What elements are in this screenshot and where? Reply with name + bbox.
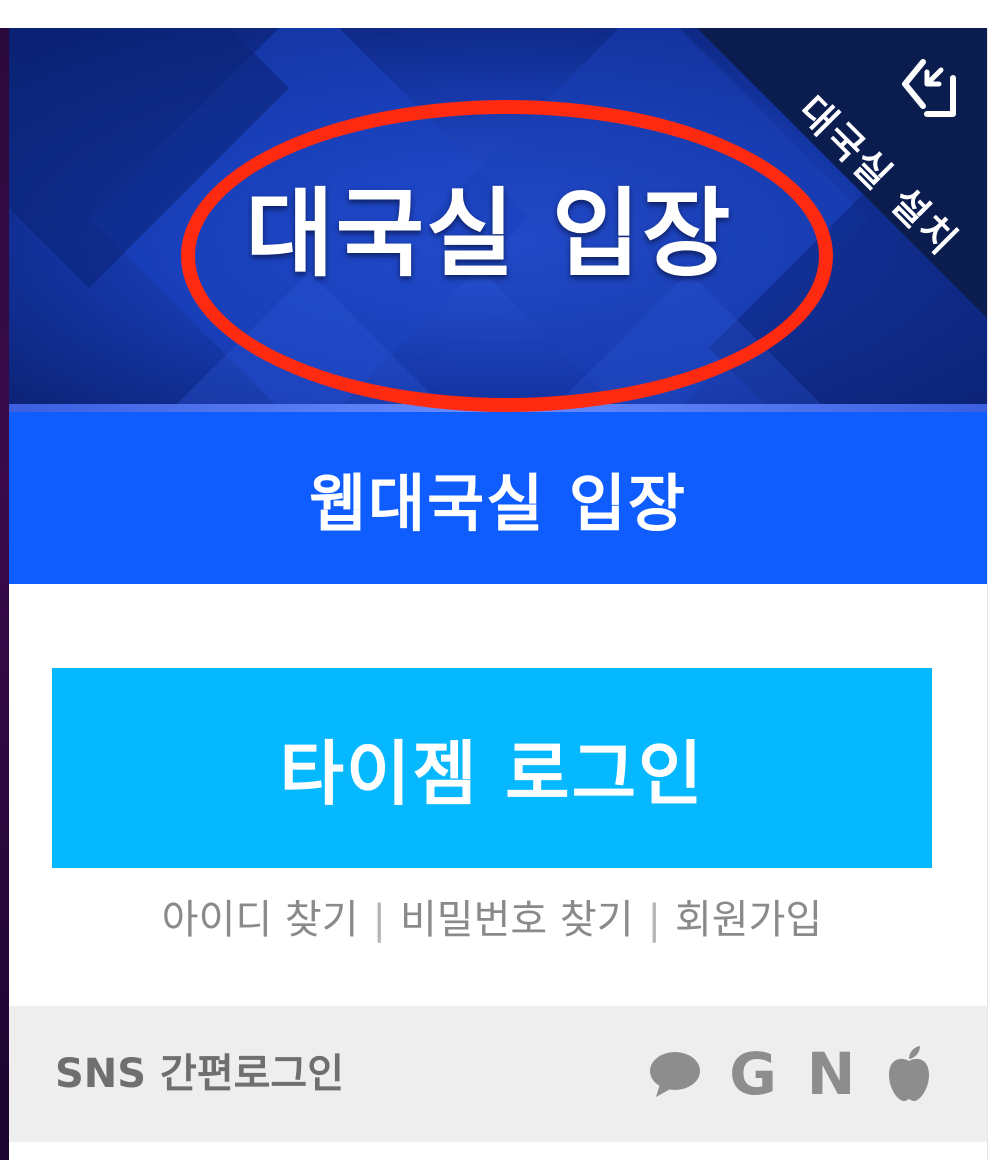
enter-game-room-banner[interactable]: 대국실 설치 대국실 입장	[9, 28, 987, 412]
login-widget-page: 대국실 설치 대국실 입장 웹대국실 입장 타이젬 로그인 아이디 찾기 | 비밀번…	[0, 0, 1000, 1160]
enter-game-room-title: 대국실 입장	[245, 178, 733, 290]
download-arrow-icon	[902, 59, 956, 117]
link-separator: |	[372, 897, 386, 943]
enter-web-game-room-button[interactable]: 웹대국실 입장	[9, 412, 987, 584]
find-password-link[interactable]: 비밀번호 찾기	[400, 897, 634, 943]
apple-logo-icon	[889, 1046, 929, 1101]
sns-login-bar: SNS 간편로그인 G N	[9, 1006, 987, 1142]
game-login-panel: 대국실 설치 대국실 입장 웹대국실 입장 타이젬 로그인 아이디 찾기 | 비밀번…	[9, 28, 988, 1160]
kakao-icon[interactable]	[647, 1038, 703, 1110]
enter-web-game-room-label: 웹대국실 입장	[309, 467, 687, 540]
speech-bubble-icon	[650, 1052, 700, 1097]
google-icon[interactable]: G	[725, 1038, 781, 1110]
sns-icon-group: G N	[647, 1038, 937, 1110]
account-links: 아이디 찾기 | 비밀번호 찾기 | 회원가입	[9, 890, 975, 950]
sign-up-link[interactable]: 회원가입	[675, 897, 822, 943]
tygem-login-label: 타이젬 로그인	[279, 732, 705, 815]
naver-icon[interactable]: N	[803, 1038, 859, 1110]
left-edge-strip	[0, 28, 9, 1160]
apple-icon[interactable]	[881, 1038, 937, 1110]
tygem-login-button[interactable]: 타이젬 로그인	[52, 668, 932, 868]
link-separator: |	[647, 897, 661, 943]
sns-login-label: SNS 간편로그인	[55, 1051, 345, 1097]
panel-bottom-edge	[9, 1142, 987, 1160]
find-id-link[interactable]: 아이디 찾기	[162, 897, 359, 943]
